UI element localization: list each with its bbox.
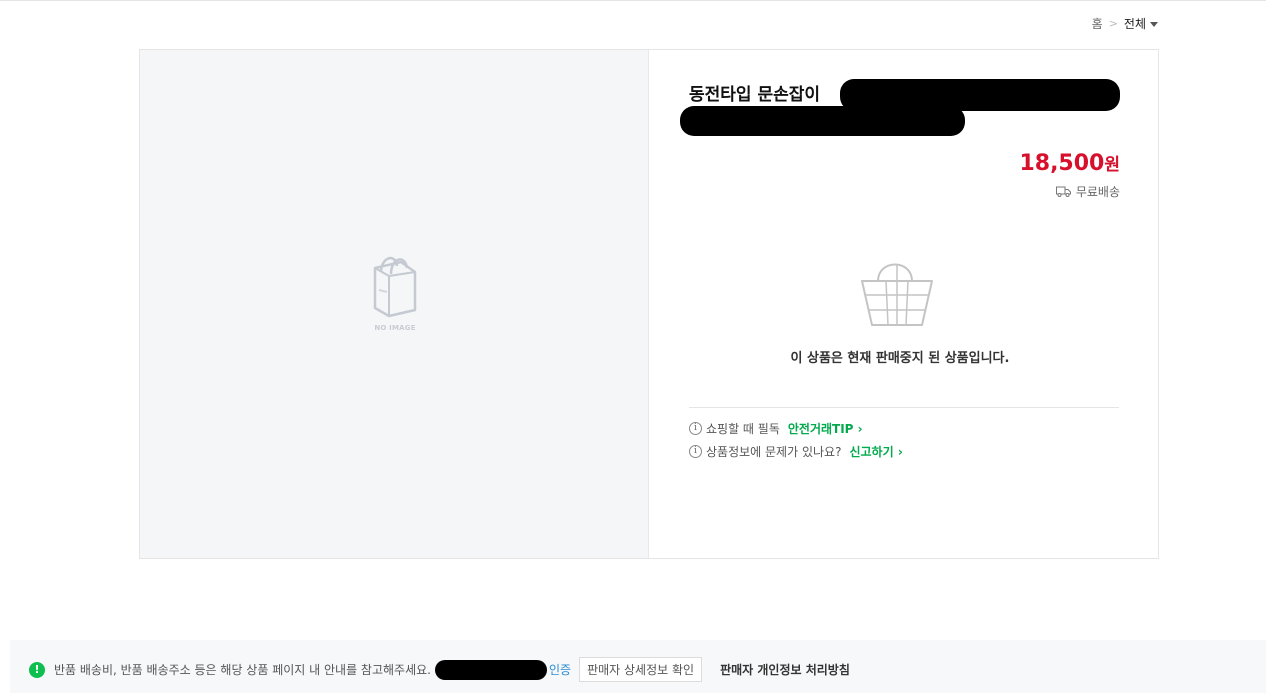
safe-trade-tip-link[interactable]: 안전거래TIP › bbox=[788, 420, 863, 437]
no-image-label: NO IMAGE bbox=[374, 324, 416, 332]
section-divider bbox=[689, 407, 1119, 408]
soldout-message: 이 상품은 현재 판매중지 된 상품입니다. bbox=[790, 351, 1010, 366]
report-link[interactable]: 신고하기 › bbox=[849, 443, 902, 460]
product-title: 동전타입 문손잡이 bbox=[689, 85, 821, 105]
category-dropdown[interactable]: 전체 bbox=[1124, 15, 1158, 32]
redacted-seller-name bbox=[434, 659, 547, 680]
report-label: 신고하기 bbox=[849, 445, 894, 459]
footer-content: ! 반품 배송비, 반품 배송주소 등은 해당 상품 페이지 내 안내를 참고해… bbox=[29, 657, 850, 682]
seller-privacy-link[interactable]: 판매자 개인정보 처리방침 bbox=[720, 661, 850, 678]
chevron-right-icon: › bbox=[897, 445, 903, 459]
product-image-area: NO IMAGE bbox=[140, 50, 649, 558]
shipping-info: 무료배송 bbox=[1055, 183, 1120, 200]
basket-icon bbox=[861, 263, 933, 326]
product-info: 동전타입 문손잡이 18,500원 무료배송 이 상품은 현재 판매중지 된 상… bbox=[680, 50, 1120, 558]
breadcrumb-current: 전체 bbox=[1123, 17, 1146, 31]
breadcrumb: 홈 > 전체 bbox=[1092, 15, 1158, 32]
alert-icon: ! bbox=[29, 661, 45, 678]
redacted-title-part-2 bbox=[680, 106, 965, 136]
shipping-label: 무료배송 bbox=[1075, 185, 1120, 199]
product-price: 18,500원 bbox=[1019, 150, 1120, 176]
cert-link[interactable]: 인증 bbox=[549, 661, 571, 678]
no-image-bag-icon bbox=[373, 256, 417, 318]
return-notice: 반품 배송비, 반품 배송주소 등은 해당 상품 페이지 내 안내를 참고해주세… bbox=[54, 663, 431, 677]
seller-footer: ! 반품 배송비, 반품 배송주소 등은 해당 상품 페이지 내 안내를 참고해… bbox=[10, 640, 1266, 693]
safe-trade-tip-row: i 쇼핑할 때 필독 안전거래TIP › bbox=[689, 420, 863, 437]
info-icon: i bbox=[689, 445, 702, 458]
tip-text: 쇼핑할 때 필독 bbox=[706, 422, 780, 436]
info-icon: i bbox=[689, 422, 702, 435]
chevron-down-icon bbox=[1150, 22, 1158, 27]
chevron-right-icon: › bbox=[857, 422, 863, 436]
report-text: 상품정보에 문제가 있나요? bbox=[706, 445, 842, 459]
product-card: NO IMAGE 동전타입 문손잡이 18,500원 무료배송 이 상품은 현재… bbox=[139, 49, 1159, 559]
safe-trade-tip-label: 안전거래TIP bbox=[787, 422, 854, 436]
breadcrumb-home[interactable]: 홈 bbox=[1092, 15, 1103, 32]
seller-detail-button[interactable]: 판매자 상세정보 확인 bbox=[579, 657, 703, 682]
price-value: 18,500 bbox=[1019, 151, 1105, 176]
top-divider bbox=[0, 0, 1266, 1]
no-image-placeholder: NO IMAGE bbox=[370, 250, 420, 332]
report-row: i 상품정보에 문제가 있나요? 신고하기 › bbox=[689, 443, 903, 460]
breadcrumb-separator: > bbox=[1108, 17, 1118, 30]
price-currency: 원 bbox=[1104, 155, 1120, 175]
truck-icon bbox=[1055, 186, 1071, 197]
